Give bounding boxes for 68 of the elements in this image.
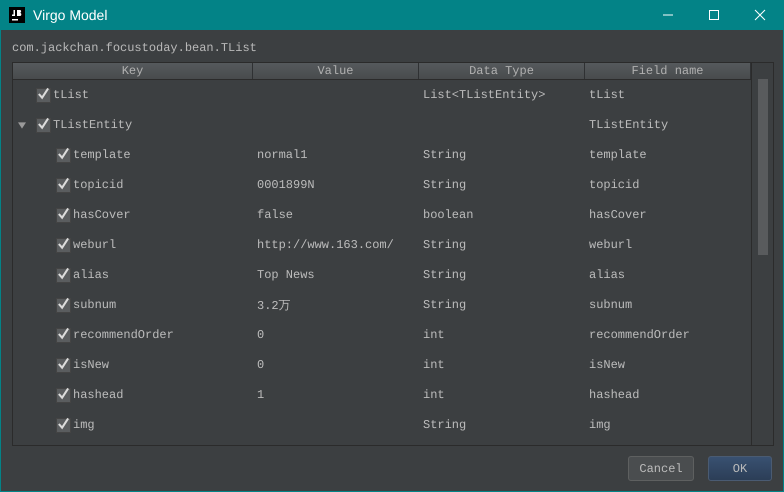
checkbox[interactable] xyxy=(56,388,71,402)
field-name-cell: hashead xyxy=(589,388,640,402)
field-name-cell: recommendOrder xyxy=(589,328,690,342)
checkbox[interactable] xyxy=(56,358,71,372)
maximize-icon[interactable] xyxy=(708,9,720,21)
field-name-cell: tList xyxy=(589,88,626,102)
value-cell: 0 xyxy=(257,358,264,372)
data-type-cell: boolean xyxy=(423,208,474,222)
data-type-cell: int xyxy=(423,328,445,342)
key-cell: hashead xyxy=(73,388,124,402)
dialog-button[interactable]: Cancel xyxy=(628,456,694,481)
key-cell: tList xyxy=(53,88,90,102)
checkbox[interactable] xyxy=(56,238,71,252)
checkbox[interactable] xyxy=(56,148,71,162)
field-name-cell: isNew xyxy=(589,358,626,372)
key-cell: template xyxy=(73,148,131,162)
data-type-cell: String xyxy=(423,298,466,312)
checkbox[interactable] xyxy=(56,328,71,342)
checkbox[interactable] xyxy=(36,88,51,102)
value-cell: 0 xyxy=(257,328,264,342)
field-name-cell: weburl xyxy=(589,238,632,252)
checkbox[interactable] xyxy=(56,208,71,222)
value-cell-text: 3.2万 xyxy=(257,298,291,314)
data-type-cell: String xyxy=(423,418,466,432)
field-name-cell: subnum xyxy=(589,298,632,312)
value-cell: http://www.163.com/ xyxy=(257,238,394,252)
field-name-cell: template xyxy=(589,148,647,162)
field-name-cell: img xyxy=(589,418,611,432)
key-cell: isNew xyxy=(73,358,110,372)
value-cell: false xyxy=(257,208,294,222)
key-cell: subnum xyxy=(73,298,116,312)
key-cell: alias xyxy=(73,268,110,282)
checkbox[interactable] xyxy=(36,118,51,132)
key-cell: topicid xyxy=(73,178,124,192)
data-type-cell: List<TListEntity> xyxy=(423,88,546,102)
column-header[interactable]: Data Type xyxy=(419,63,585,79)
scrollbar-thumb[interactable] xyxy=(758,79,768,255)
field-name-cell: hasCover xyxy=(589,208,647,222)
field-name-cell: topicid xyxy=(589,178,640,192)
window-title: Virgo Model xyxy=(33,7,108,23)
key-cell: img xyxy=(73,418,95,432)
checkbox[interactable] xyxy=(56,178,71,192)
app-logo-icon xyxy=(9,7,25,23)
checkbox[interactable] xyxy=(56,418,71,432)
data-type-cell: String xyxy=(423,178,466,192)
value-cell: 1 xyxy=(257,388,264,402)
dialog-button[interactable]: OK xyxy=(708,456,772,481)
value-cell: Top News xyxy=(257,268,315,282)
data-type-cell: int xyxy=(423,388,445,402)
data-type-cell: int xyxy=(423,358,445,372)
key-cell: hasCover xyxy=(73,208,131,222)
expand-arrow-icon[interactable] xyxy=(18,120,26,130)
data-type-cell: String xyxy=(423,148,466,162)
class-path: com.jackchan.focustoday.bean.TList xyxy=(12,40,258,57)
field-name-cell: alias xyxy=(589,268,626,282)
data-type-cell: String xyxy=(423,268,466,282)
column-header[interactable]: Value xyxy=(253,63,419,79)
field-name-cell: TListEntity xyxy=(589,118,668,132)
value-cell: 0001899N xyxy=(257,178,315,192)
column-header[interactable]: Key xyxy=(13,63,253,79)
checkbox[interactable] xyxy=(56,298,71,312)
key-cell: weburl xyxy=(73,238,116,252)
data-type-cell: String xyxy=(423,238,466,252)
value-cell: normal1 xyxy=(257,148,308,162)
key-cell: recommendOrder xyxy=(73,328,174,342)
key-cell: TListEntity xyxy=(53,118,132,132)
checkbox[interactable] xyxy=(56,268,71,282)
close-icon[interactable] xyxy=(754,9,766,21)
